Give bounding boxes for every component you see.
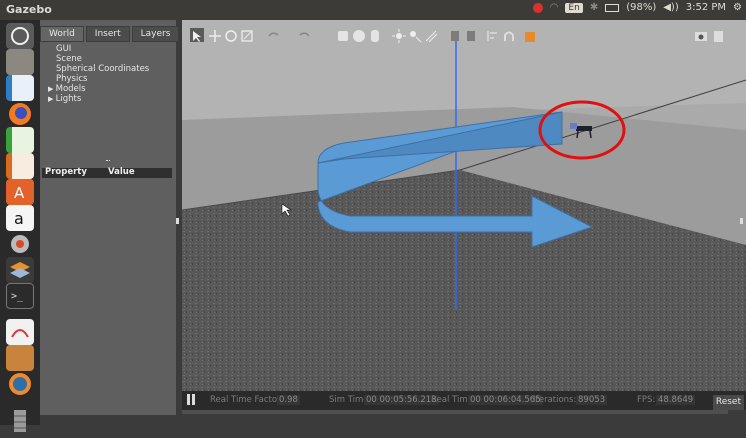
- copy-icon[interactable]: [448, 28, 462, 42]
- align-icon[interactable]: [486, 28, 500, 42]
- launcher: A a >_: [0, 20, 40, 432]
- amazon-icon[interactable]: a: [6, 205, 34, 231]
- tree-item-gui[interactable]: GUI: [56, 44, 149, 54]
- reset-button[interactable]: Reset: [712, 395, 744, 410]
- tree-item-lights: Lights: [55, 94, 82, 104]
- rtf-value: 0.98: [277, 395, 300, 405]
- svg-text:a: a: [14, 209, 24, 228]
- screenshot-icon[interactable]: [694, 28, 708, 42]
- keyboard-language-indicator[interactable]: En: [565, 2, 583, 13]
- scene-viewport[interactable]: [182, 20, 746, 395]
- tree-item-spherical-coordinates[interactable]: Spherical Coordinates: [56, 64, 149, 74]
- world-panel: World Insert Layers GUI Scene Spherical …: [40, 20, 180, 415]
- tree-item-physics[interactable]: Physics: [56, 74, 149, 84]
- view-angle-icon[interactable]: [524, 28, 538, 42]
- calc-icon[interactable]: [6, 127, 34, 153]
- top-menu-bar: Gazebo ◠ En ✱ (98%) ◀)) 3:52 PM ⚙: [0, 0, 746, 20]
- point-light-icon[interactable]: [392, 28, 406, 43]
- tree-item-models-row[interactable]: ▶ Models: [48, 84, 149, 94]
- window-title: Gazebo: [6, 3, 52, 16]
- tree-item-scene[interactable]: Scene: [56, 54, 149, 64]
- firefox-icon[interactable]: [6, 101, 34, 127]
- scene-toolbar: [182, 26, 742, 46]
- spot-light-icon[interactable]: [408, 28, 422, 43]
- rotate-mode-icon[interactable]: [224, 28, 238, 42]
- undo-icon[interactable]: [266, 28, 280, 42]
- sim-time-value: 00 00:05:56.213: [364, 395, 439, 405]
- gazebo-icon[interactable]: [6, 371, 34, 397]
- svg-text:>_: >_: [11, 291, 24, 302]
- package-icon[interactable]: [6, 345, 34, 371]
- ubuntu-dash-icon[interactable]: [6, 23, 34, 49]
- rtf-label: Real Time Factor:: [210, 395, 284, 405]
- iterations-value: 89053: [576, 395, 608, 405]
- record-icon[interactable]: [712, 28, 726, 42]
- left-panel-collapse-handle[interactable]: [176, 218, 179, 224]
- layers-icon[interactable]: [6, 257, 34, 283]
- horizontal-scrollbar[interactable]: [182, 410, 728, 414]
- writer-icon[interactable]: [6, 75, 34, 101]
- bluetooth-icon[interactable]: ✱: [590, 2, 598, 13]
- right-panel-collapse-handle[interactable]: [740, 218, 743, 224]
- snap-icon[interactable]: [502, 28, 516, 42]
- files-icon[interactable]: [6, 49, 34, 75]
- software-center-icon[interactable]: A: [6, 179, 34, 205]
- select-mode-icon[interactable]: [190, 28, 204, 42]
- gear-icon[interactable]: ⚙: [733, 2, 742, 13]
- battery-icon[interactable]: [605, 3, 620, 12]
- sphere-shape-icon[interactable]: [352, 28, 366, 42]
- impress-icon[interactable]: [6, 153, 34, 179]
- text-editor-icon[interactable]: [6, 319, 34, 345]
- clock[interactable]: 3:52 PM: [686, 2, 726, 13]
- tab-layers[interactable]: Layers: [131, 26, 180, 42]
- paste-icon[interactable]: [464, 28, 478, 42]
- iterations-label: Iterations:: [533, 395, 577, 405]
- settings-icon[interactable]: [6, 231, 34, 257]
- fps-label: FPS:: [637, 395, 656, 405]
- property-column-header: Property: [45, 167, 87, 177]
- trash-icon[interactable]: [6, 408, 34, 434]
- system-tray: ◠ En ✱ (98%) ◀)) 3:52 PM ⚙: [532, 2, 742, 13]
- fps-value: 48.8649: [656, 395, 696, 405]
- tab-insert[interactable]: Insert: [85, 26, 130, 42]
- wifi-icon[interactable]: ◠: [550, 2, 559, 13]
- tree-item-models: Models: [55, 84, 86, 94]
- expand-arrow-icon[interactable]: ▶: [48, 85, 56, 93]
- panel-tabs: World Insert Layers: [40, 26, 180, 42]
- expand-arrow-icon[interactable]: ▶: [48, 95, 56, 103]
- scale-mode-icon[interactable]: [240, 28, 254, 42]
- battery-percent: (98%): [626, 2, 657, 13]
- status-bar: Real Time Factor: 0.98 Sim Time: 00 00:0…: [182, 391, 746, 410]
- terminal-icon[interactable]: >_: [6, 283, 34, 309]
- tab-world[interactable]: World: [40, 26, 84, 42]
- svg-text:A: A: [14, 184, 25, 202]
- world-tree: GUI Scene Spherical Coordinates Physics …: [48, 44, 149, 104]
- splitter-handle[interactable]: [106, 160, 110, 163]
- translate-mode-icon[interactable]: [208, 28, 222, 42]
- pause-icon[interactable]: [187, 394, 190, 405]
- property-table-header: Property Value: [42, 167, 172, 178]
- real-time-value: 00 00:06:04.565: [468, 395, 543, 405]
- volume-icon[interactable]: ◀)): [663, 2, 679, 13]
- redo-icon[interactable]: [298, 28, 312, 42]
- tree-item-lights-row[interactable]: ▶ Lights: [48, 94, 149, 104]
- update-indicator-icon[interactable]: [532, 2, 543, 13]
- box-shape-icon[interactable]: [336, 28, 350, 42]
- cylinder-shape-icon[interactable]: [368, 28, 382, 42]
- directional-light-icon[interactable]: [424, 28, 438, 43]
- value-column-header: Value: [108, 167, 135, 177]
